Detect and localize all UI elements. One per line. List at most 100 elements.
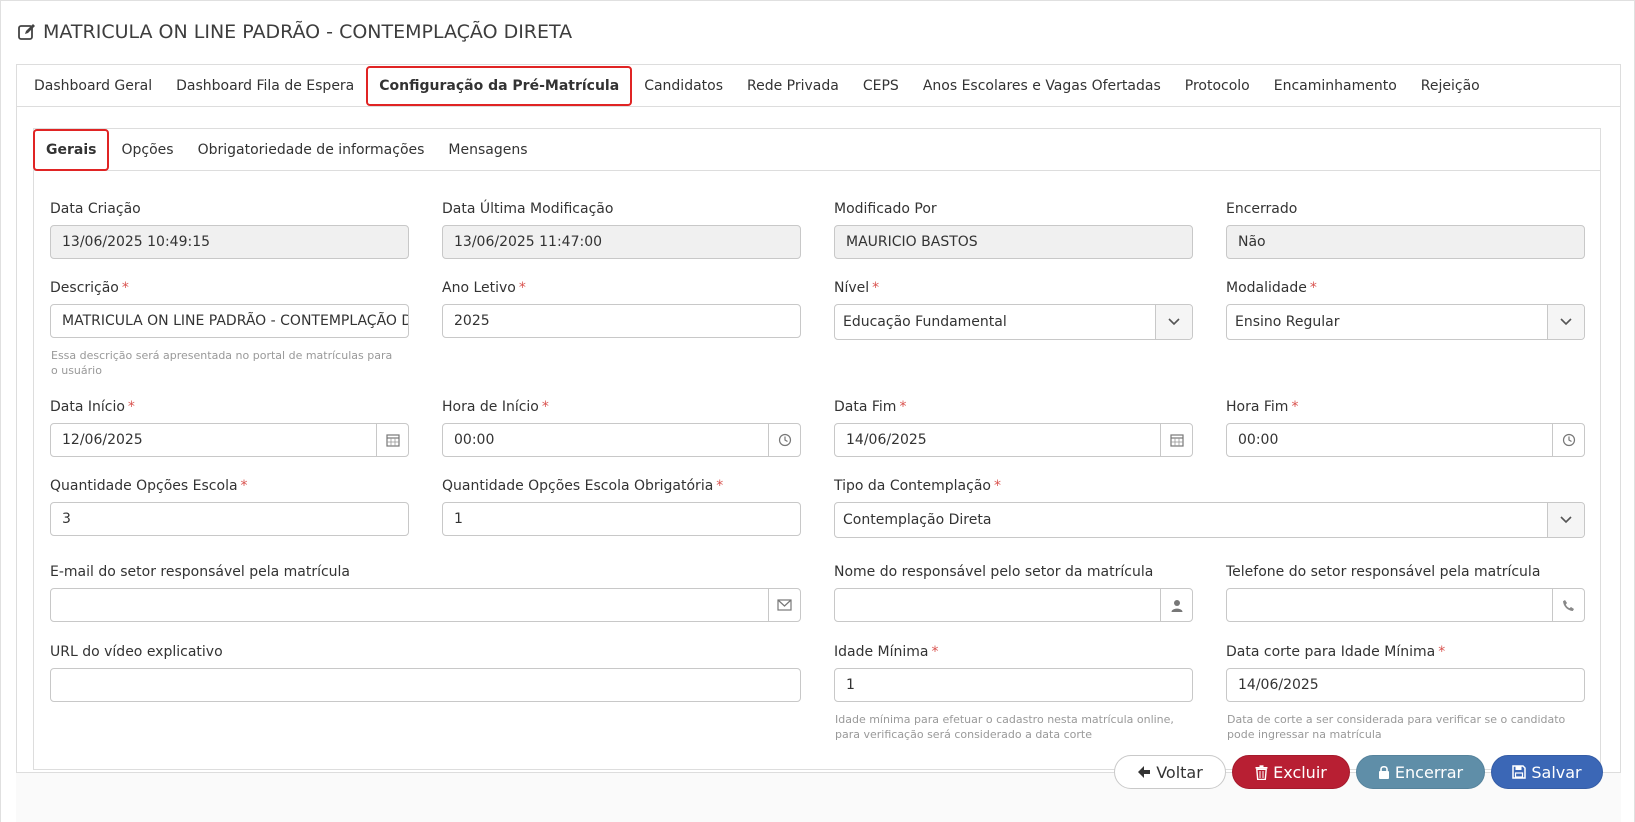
field-telefone-setor: Telefone do setor responsável pela matrí…	[1226, 562, 1585, 624]
clock-icon[interactable]	[768, 424, 800, 456]
encerrado-input[interactable]: Não	[1226, 225, 1585, 259]
label-data-ultima-modificacao: Data Última Modificação	[442, 201, 614, 217]
telefone-setor-input[interactable]	[1226, 588, 1585, 622]
label-modificado-por: Modificado Por	[834, 201, 937, 217]
excluir-button[interactable]: Excluir	[1232, 755, 1350, 789]
subtab-mensagens[interactable]: Mensagens	[436, 130, 539, 170]
idade-minima-input[interactable]: 1	[834, 668, 1193, 702]
field-qtd-opcoes-escola: Quantidade Opções Escola * 3	[50, 476, 409, 538]
field-qtd-opcoes-obrigatoria: Quantidade Opções Escola Obrigatória * 1	[442, 476, 801, 538]
descricao-input[interactable]: MATRICULA ON LINE PADRÃO - CONTEMPLAÇÃO …	[50, 304, 409, 338]
field-modificado-por: Modificado Por MAURICIO BASTOS	[834, 199, 1193, 261]
tab-dashboard-fila-espera[interactable]: Dashboard Fila de Espera	[164, 66, 366, 106]
qtd-opcoes-escola-input[interactable]: 3	[50, 502, 409, 536]
field-data-criacao: Data Criação 13/06/2025 10:49:15	[50, 199, 409, 261]
tab-candidatos[interactable]: Candidatos	[632, 66, 735, 106]
chevron-down-icon[interactable]	[1547, 503, 1584, 537]
label-descricao: Descrição *	[50, 280, 129, 296]
field-data-inicio: Data Início * 12/06/2025	[50, 397, 409, 459]
label-data-inicio: Data Início *	[50, 399, 135, 415]
label-data-fim: Data Fim *	[834, 399, 907, 415]
arrow-left-icon	[1138, 766, 1151, 778]
chevron-down-icon[interactable]	[1155, 305, 1192, 339]
encerrar-label: Encerrar	[1394, 762, 1464, 782]
email-setor-value	[51, 589, 768, 621]
tab-rejeicao[interactable]: Rejeição	[1409, 66, 1492, 106]
calendar-icon[interactable]	[1160, 424, 1192, 456]
nivel-select[interactable]: Educação Fundamental	[834, 304, 1193, 340]
telefone-setor-value	[1227, 589, 1552, 621]
encerrar-button[interactable]: Encerrar	[1356, 755, 1485, 789]
tipo-contemplacao-selected-value: Contemplação Direta	[843, 512, 992, 528]
save-icon	[1512, 765, 1527, 779]
hora-inicio-input[interactable]: 00:00	[442, 423, 801, 457]
field-hora-fim: Hora Fim * 00:00	[1226, 397, 1585, 459]
calendar-icon[interactable]	[376, 424, 408, 456]
label-url-video: URL do vídeo explicativo	[50, 644, 223, 660]
label-qtd-opcoes-obrigatoria: Quantidade Opções Escola Obrigatória *	[442, 478, 724, 494]
data-ultima-modificacao-input[interactable]: 13/06/2025 11:47:00	[442, 225, 801, 259]
page-title: MATRICULA ON LINE PADRÃO - CONTEMPLAÇÃO …	[43, 21, 573, 43]
label-data-corte: Data corte para Idade Mínima *	[1226, 644, 1446, 660]
data-inicio-input[interactable]: 12/06/2025	[50, 423, 409, 457]
edit-icon	[18, 24, 35, 40]
idade-minima-help-text: Idade mínima para efetuar o cadastro nes…	[835, 713, 1174, 741]
tab-dashboard-geral[interactable]: Dashboard Geral	[22, 66, 164, 106]
field-data-corte: Data corte para Idade Mínima * 14/06/2025…	[1226, 642, 1585, 742]
descricao-help-text: Essa descrição será apresentada no porta…	[51, 349, 393, 377]
ano-letivo-input[interactable]: 2025	[442, 304, 801, 338]
tab-configuracao-pre-matricula[interactable]: Configuração da Pré-Matrícula	[366, 65, 633, 106]
voltar-label: Voltar	[1156, 762, 1203, 782]
hora-fim-input[interactable]: 00:00	[1226, 423, 1585, 457]
voltar-button[interactable]: Voltar	[1114, 755, 1226, 789]
label-hora-fim: Hora Fim *	[1226, 399, 1299, 415]
nome-responsavel-value	[835, 589, 1160, 621]
field-url-video: URL do vídeo explicativo	[50, 642, 801, 704]
field-descricao: Descrição * MATRICULA ON LINE PADRÃO - CO…	[50, 278, 409, 378]
field-encerrado: Encerrado Não	[1226, 199, 1585, 261]
field-tipo-contemplacao: Tipo da Contemplação * Contemplação Diret…	[834, 476, 1585, 540]
tab-protocolo[interactable]: Protocolo	[1173, 66, 1262, 106]
salvar-button[interactable]: Salvar	[1491, 755, 1603, 789]
nivel-selected-value: Educação Fundamental	[843, 314, 1007, 330]
lock-icon	[1378, 765, 1389, 779]
chevron-down-icon[interactable]	[1547, 305, 1584, 339]
qtd-opcoes-obrigatoria-input[interactable]: 1	[442, 502, 801, 536]
hora-inicio-value: 00:00	[454, 432, 495, 448]
tab-rede-privada[interactable]: Rede Privada	[735, 66, 851, 106]
data-fim-input[interactable]: 14/06/2025	[834, 423, 1193, 457]
page-header: MATRICULA ON LINE PADRÃO - CONTEMPLAÇÃO …	[17, 17, 572, 47]
data-corte-input[interactable]: 14/06/2025	[1226, 668, 1585, 702]
modificado-por-input[interactable]: MAURICIO BASTOS	[834, 225, 1193, 259]
tab-anos-escolares-vagas[interactable]: Anos Escolares e Vagas Ofertadas	[911, 66, 1173, 106]
nome-responsavel-input[interactable]	[834, 588, 1193, 622]
label-encerrado: Encerrado	[1226, 201, 1298, 217]
subtab-gerais[interactable]: Gerais	[33, 128, 110, 171]
label-nivel: Nível *	[834, 280, 880, 296]
data-inicio-value: 12/06/2025	[62, 432, 143, 448]
label-tipo-contemplacao: Tipo da Contemplação *	[834, 478, 1001, 494]
subtab-opcoes[interactable]: Opções	[109, 130, 185, 170]
user-icon	[1160, 589, 1192, 621]
data-fim-value: 14/06/2025	[846, 432, 927, 448]
modalidade-select[interactable]: Ensino Regular	[1226, 304, 1585, 340]
tipo-contemplacao-select[interactable]: Contemplação Direta	[834, 502, 1585, 538]
subtab-obrigatoriedade[interactable]: Obrigatoriedade de informações	[186, 130, 437, 170]
field-ano-letivo: Ano Letivo * 2025	[442, 278, 801, 340]
label-modalidade: Modalidade *	[1226, 280, 1317, 296]
url-video-input[interactable]	[50, 668, 801, 702]
field-data-ultima-modificacao: Data Última Modificação 13/06/2025 11:47…	[442, 199, 801, 261]
tab-ceps[interactable]: CEPS	[851, 66, 911, 106]
field-data-fim: Data Fim * 14/06/2025	[834, 397, 1193, 459]
tab-encaminhamento[interactable]: Encaminhamento	[1262, 66, 1409, 106]
phone-icon	[1552, 589, 1584, 621]
email-setor-input[interactable]	[50, 588, 801, 622]
field-nivel: Nível * Educação Fundamental	[834, 278, 1193, 342]
label-qtd-opcoes-escola: Quantidade Opções Escola *	[50, 478, 248, 494]
clock-icon[interactable]	[1552, 424, 1584, 456]
data-corte-help-text: Data de corte a ser considerada para ver…	[1227, 713, 1566, 741]
envelope-icon	[768, 589, 800, 621]
data-criacao-input[interactable]: 13/06/2025 10:49:15	[50, 225, 409, 259]
label-hora-inicio: Hora de Início *	[442, 399, 549, 415]
label-idade-minima: Idade Mínima *	[834, 644, 939, 660]
